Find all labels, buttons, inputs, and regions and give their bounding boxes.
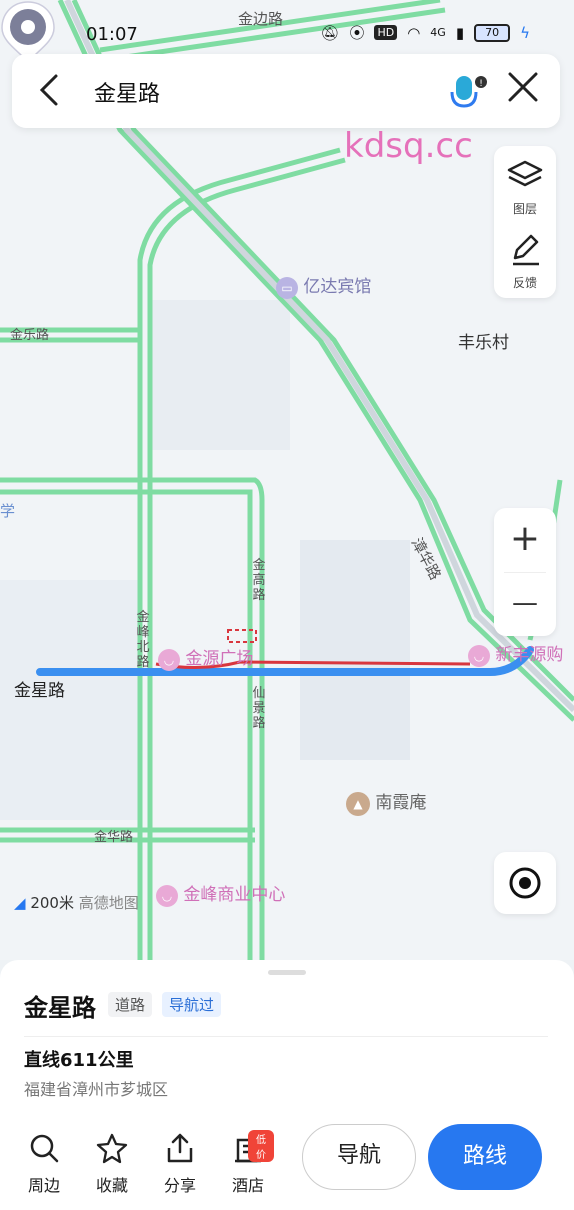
action-bar: 周边 收藏 分享 低价 酒店 导航 路线 [0,1124,574,1210]
status-icons: 🔕︎ ⦿ HD ◠ 4G ▮ 70 ϟ [320,22,530,43]
road-label: 仙景路 [252,686,266,731]
place-name: 金星路 [24,994,96,1022]
block-area [150,300,290,450]
search-bar[interactable]: 金星路 ! [12,54,560,128]
battery-indicator: 70 [474,23,511,42]
location-icon: ⦿ [349,24,365,42]
road-label: 金高路 [252,558,266,603]
nearby-button[interactable]: 周边 [18,1132,70,1196]
star-icon [96,1133,128,1164]
map-view[interactable]: 金边路 金乐路 金华路 金高路 金峰北路 仙景路 漳华路 丰乐村 学 ▭ 亿达宾… [0,0,574,960]
share-icon [167,1133,193,1163]
layers-label: 图层 [512,202,537,216]
close-icon[interactable] [506,70,540,113]
place-type-tag: 道路 [108,992,153,1017]
zoom-in-button[interactable]: + [494,508,556,572]
edit-pencil-icon [513,234,539,266]
poi-jinfeng-center[interactable]: ◡ 金峰商业中心 [156,880,285,907]
divider [24,1036,548,1037]
zoom-out-button[interactable]: — [494,572,556,636]
nearby-label: 周边 [27,1176,60,1195]
sheet-drag-handle[interactable] [268,970,306,975]
poi-yida-hotel[interactable]: ▭ 亿达宾馆 [276,272,371,299]
layers-icon [507,160,543,187]
feedback-button[interactable]: 反馈 [494,226,556,296]
place-distance: 直线611公里 [24,1050,134,1071]
wifi-icon: ◠ [407,23,421,42]
map-scale: ◢ 200米 高德地图 [14,894,139,912]
hotel-button[interactable]: 低价 酒店 [222,1130,274,1196]
road-label: 金峰北路 [136,610,150,670]
navigate-button[interactable]: 导航 [302,1124,416,1190]
voice-mic-icon[interactable]: ! [448,74,488,110]
charging-icon: ϟ [520,23,530,42]
favorite-label: 收藏 [95,1176,128,1195]
svg-text:!: ! [479,79,483,89]
locate-me-button[interactable] [494,852,556,914]
route-button[interactable]: 路线 [428,1124,542,1190]
zoom-controls: + — [494,508,556,636]
navigated-tag: 导航过 [162,992,222,1017]
shopping-bag-icon: ◡ [468,645,490,667]
navigation-arrow-icon: ◢ [14,894,26,912]
village-label: 丰乐村 [458,333,509,353]
poi-nanxia-temple[interactable]: ▲ 南霞庵 [346,788,426,816]
share-button[interactable]: 分享 [154,1132,206,1196]
shopping-bag-icon: ◡ [158,649,180,671]
mute-bell-icon: 🔕︎ [320,23,340,42]
poi-xinfengyuan[interactable]: ◡ 新丰源购 [468,640,563,667]
search-icon [30,1134,59,1163]
favorite-button[interactable]: 收藏 [86,1132,138,1196]
poi-jinyuan-plaza[interactable]: ◡ 金源广场 [158,644,253,671]
watermark-text: kdsq.cc [344,126,473,166]
signal-label: 4G [430,26,446,39]
status-bar: 01:07 🔕︎ ⦿ HD ◠ 4G ▮ 70 ϟ [0,14,574,54]
hotel-icon: ▭ [276,277,298,299]
low-price-badge: 低价 [248,1130,274,1162]
status-time: 01:07 [86,24,138,45]
partial-label: 学 [0,502,16,520]
feedback-label: 反馈 [512,276,537,290]
place-address: 福建省漳州市芗城区 [24,1080,169,1099]
locate-icon [509,867,541,899]
search-query[interactable]: 金星路 [94,76,160,108]
share-label: 分享 [163,1176,196,1195]
map-side-panel: 图层 反馈 [494,146,556,298]
hd-badge: HD [374,25,398,40]
pin-label: 金星路 [14,681,65,701]
place-detail-sheet[interactable]: 金星路 道路 导航过 直线611公里 福建省漳州市芗城区 周边 收藏 分享 低价… [0,960,574,1210]
shopping-bag-icon: ◡ [156,885,178,907]
signal-icon: ▮ [455,23,465,42]
temple-icon: ▲ [346,792,370,816]
road-label: 金华路 [94,830,134,845]
layers-button[interactable]: 图层 [494,152,556,222]
chevron-left-icon[interactable] [34,72,70,110]
map-roads [0,0,574,960]
hotel-label: 酒店 [231,1176,264,1195]
block-area [300,540,410,760]
road-label: 金乐路 [10,328,50,343]
